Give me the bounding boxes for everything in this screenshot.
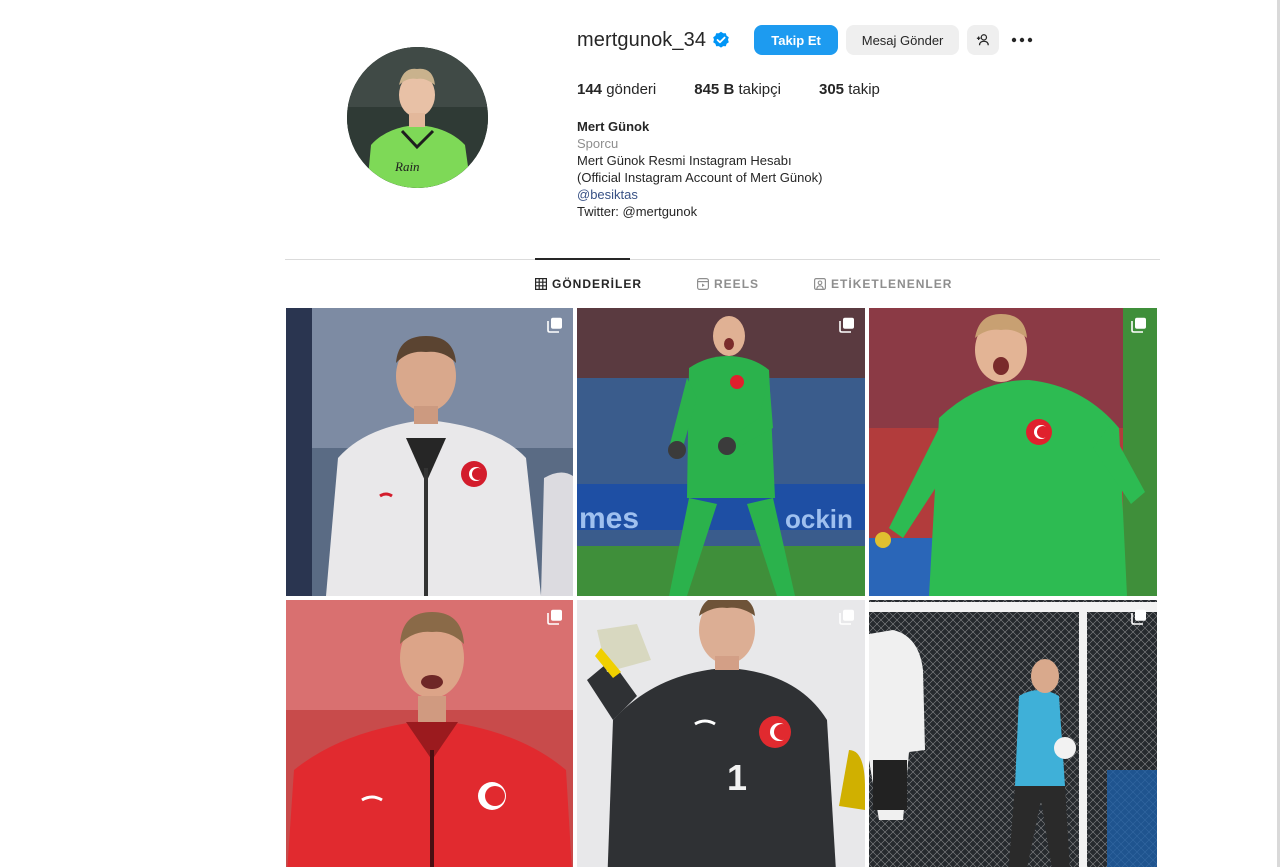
bio-line: (Official Instagram Account of Mert Güno… <box>577 170 823 185</box>
posts-grid: mes ockin 1 <box>286 308 1157 867</box>
message-button[interactable]: Mesaj Gönder <box>846 25 960 55</box>
post-thumbnail[interactable]: 1 <box>577 600 865 867</box>
multiple-posts-icon <box>547 317 562 333</box>
tab-reels[interactable]: REELS <box>697 277 759 291</box>
post-photo: mes ockin <box>577 308 865 596</box>
svg-text:mes: mes <box>579 502 639 535</box>
bio-line: Mert Günok Resmi Instagram Hesabı <box>577 153 792 168</box>
active-tab-indicator <box>535 258 630 260</box>
profile-stats: 144 gönderi 845 B takipçi 305 takip <box>577 81 918 98</box>
multiple-posts-icon <box>547 609 562 625</box>
posts-count: 144 gönderi <box>577 81 657 98</box>
more-options-icon[interactable] <box>1011 25 1033 55</box>
tab-posts[interactable]: GÖNDERİLER <box>535 277 642 291</box>
username: mertgunok_34 <box>577 28 707 51</box>
profile-avatar[interactable]: Rain <box>347 47 488 188</box>
post-photo <box>286 308 573 596</box>
followers-count[interactable]: 845 B takipçi <box>694 81 781 98</box>
tab-tagged[interactable]: ETİKETLENENLER <box>814 277 952 291</box>
svg-text:ockin: ockin <box>785 504 853 534</box>
tagged-icon <box>814 278 827 290</box>
profile-bio: Mert Günok Sporcu Mert Günok Resmi Insta… <box>577 118 822 220</box>
post-photo <box>869 600 1157 867</box>
grid-icon <box>535 278 547 290</box>
mention-link[interactable]: @besiktas <box>577 186 822 203</box>
post-photo <box>286 600 573 867</box>
avatar-photo: Rain <box>347 47 488 188</box>
svg-text:1: 1 <box>727 757 747 798</box>
post-thumbnail[interactable] <box>869 308 1157 596</box>
category-label: Sporcu <box>577 136 619 151</box>
multiple-posts-icon <box>839 609 854 625</box>
post-thumbnail[interactable] <box>286 308 573 596</box>
follow-button[interactable]: Takip Et <box>754 25 839 55</box>
post-thumbnail[interactable] <box>869 600 1157 867</box>
following-count[interactable]: 305 takip <box>819 81 880 98</box>
tab-tagged-label: ETİKETLENENLER <box>831 277 953 291</box>
multiple-posts-icon <box>839 317 854 333</box>
post-photo <box>869 308 1157 596</box>
post-thumbnail[interactable] <box>286 600 573 867</box>
verified-badge-icon <box>712 31 730 49</box>
post-thumbnail[interactable]: mes ockin <box>577 308 865 596</box>
reels-icon <box>697 278 710 290</box>
bio-line: Twitter: @mertgunok <box>577 204 698 219</box>
full-name: Mert Günok <box>577 119 650 134</box>
add-person-icon <box>976 34 989 46</box>
multiple-posts-icon <box>1131 317 1146 333</box>
tabs-divider <box>285 259 1160 260</box>
tab-reels-label: REELS <box>714 277 760 291</box>
suggested-users-button[interactable] <box>967 25 1000 55</box>
multiple-posts-icon <box>1131 609 1146 625</box>
profile-header-row: mertgunok_34 Takip Et Mesaj Gönder <box>577 25 1033 55</box>
svg-text:Rain: Rain <box>394 159 420 174</box>
post-photo: 1 <box>577 600 865 867</box>
tab-posts-label: GÖNDERİLER <box>552 277 643 291</box>
profile-tabs: GÖNDERİLER REELS ETİKETLENENLER <box>535 277 1007 291</box>
